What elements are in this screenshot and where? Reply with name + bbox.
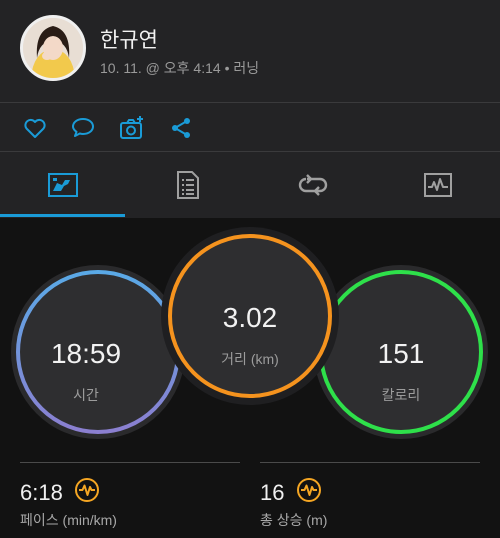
elevation-label: 총 상승 (m) <box>260 512 328 528</box>
avatar[interactable] <box>20 15 86 81</box>
elevation-value: 16 <box>260 480 285 505</box>
activity-meta: 10. 11. @ 오후 4:14 • 러닝 <box>100 58 259 78</box>
distance-value: 3.02 <box>222 302 278 333</box>
pace-label: 페이스 (min/km) <box>20 512 117 528</box>
distance-ring: 3.02 거리 (km) <box>160 226 340 406</box>
like-icon[interactable] <box>22 115 48 141</box>
pace-value: 6:18 <box>20 480 63 505</box>
tab-bar <box>0 152 500 218</box>
add-photo-icon[interactable] <box>119 115 145 141</box>
share-icon[interactable] <box>168 115 194 141</box>
activity-date: 10. 11. @ 오후 4:14 <box>100 60 221 76</box>
laps-icon <box>298 174 327 196</box>
avatar-image <box>23 18 83 78</box>
stats-panel: 18:59 시간 151 칼로리 3.02 거리 (km) 6:18 페이스 (… <box>0 218 500 538</box>
meta-separator: • <box>224 60 230 76</box>
activity-header: 한규연 10. 11. @ 오후 4:14 • 러닝 <box>0 0 500 102</box>
time-label: 시간 <box>73 387 99 403</box>
tab-laps[interactable] <box>250 152 375 218</box>
overview-icon <box>47 173 78 197</box>
pulse-icon[interactable] <box>296 477 322 503</box>
action-bar <box>0 103 500 151</box>
charts-icon <box>423 173 452 197</box>
details-icon <box>176 171 199 199</box>
user-name[interactable]: 한규연 <box>100 24 158 54</box>
pace-divider <box>20 462 240 463</box>
tab-charts[interactable] <box>375 152 500 218</box>
time-value: 18:59 <box>50 338 122 369</box>
tab-selected-indicator <box>0 214 125 217</box>
tab-overview[interactable] <box>0 152 125 218</box>
activity-type: 러닝 <box>233 60 260 76</box>
pulse-icon[interactable] <box>74 477 100 503</box>
tab-details[interactable] <box>125 152 250 218</box>
comment-icon[interactable] <box>70 115 96 141</box>
elevation-divider <box>260 462 480 463</box>
distance-label: 거리 (km) <box>221 351 279 367</box>
